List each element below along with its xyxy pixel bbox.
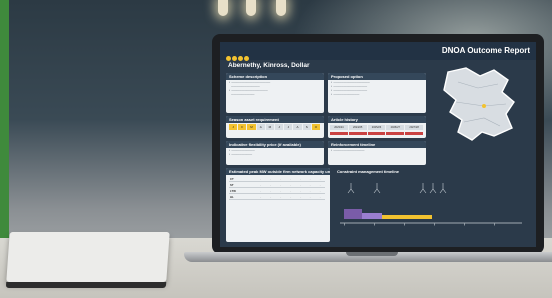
report-title: DNOA Outcome Report: [441, 46, 530, 55]
article-history-panel: Article history 2023/24 2024/25 2025/26 …: [328, 116, 426, 138]
report-header: DNOA Outcome Report: [220, 42, 536, 61]
panel-heading: Season asset requirement: [226, 116, 324, 123]
estimated-capacity-panel: Estimated peak MW outside firm network c…: [226, 168, 330, 242]
region-map: [443, 67, 515, 141]
year-cell: 2024/25: [348, 125, 367, 130]
proposed-option-panel: Proposed option • —————————————— • —————…: [328, 73, 426, 113]
text-line: ———————————: [229, 85, 260, 88]
capacity-table: CT · · · · · · · ST · · · · · · · LTW · · · · · · · HL · · · · · · ·: [229, 176, 325, 200]
report-subtitle: Abernethy, Kinross, Dollar: [228, 62, 310, 69]
history-bars: [330, 132, 424, 135]
month-cell: S: [302, 124, 311, 130]
text-line: • —————————: [229, 149, 255, 152]
pendant-light: [276, 0, 286, 16]
text-line: • —————————————: [331, 89, 368, 92]
panel-heading: Indicative flexibility price (if availab…: [226, 141, 324, 148]
panel-heading: Constraint management timeline: [334, 168, 528, 175]
timeline-diagram: [340, 183, 522, 226]
indicative-price-panel: Indicative flexibility price (if availab…: [226, 141, 324, 165]
scheme-description-panel: Scheme description • ——————————————— ———…: [226, 73, 324, 113]
panel-heading: Proposed option: [328, 73, 426, 80]
month-cell: J: [284, 124, 293, 130]
text-line: • —————————————: [331, 85, 368, 88]
month-cell: M: [265, 124, 275, 130]
laptop-screen: DNOA Outcome Report Abernethy, Kinross, …: [220, 42, 536, 247]
panel-heading: Estimated peak MW outside firm network c…: [226, 168, 330, 175]
text-line: • ————————————: [331, 149, 365, 152]
text-line: —————————: [229, 93, 255, 96]
year-cell: 2027/28: [405, 125, 423, 130]
panel-heading: Scheme description: [226, 73, 324, 80]
month-cell: O: [311, 124, 321, 130]
pendant-light: [218, 0, 228, 16]
month-cell: A: [293, 124, 302, 130]
notebook: [6, 232, 170, 282]
panel-heading: Article history: [328, 116, 426, 123]
text-line: • ——————————————: [229, 89, 268, 92]
months-row: J F M A M J J A S O: [229, 124, 321, 130]
year-cell: 2026/27: [386, 125, 405, 130]
years-row: 2023/24 2024/25 2025/26 2026/27 2027/28: [330, 125, 424, 130]
panel-heading: Reinforcement timeline: [328, 141, 426, 148]
month-cell: M: [247, 124, 256, 130]
text-line: • ———————————————: [229, 81, 271, 84]
season-requirement-panel: Season asset requirement J F M A M J J A…: [226, 116, 324, 138]
month-cell: A: [256, 124, 265, 130]
month-cell: J: [229, 124, 238, 130]
constraint-timeline-panel: Constraint management timeline: [334, 168, 528, 242]
text-line: • ————————: [229, 153, 253, 156]
year-cell: 2025/26: [367, 125, 386, 130]
reinforcement-timeline-panel: Reinforcement timeline • ————————————: [328, 141, 426, 165]
pendant-light: [246, 0, 256, 16]
text-line: • ——————————: [331, 93, 360, 96]
month-cell: J: [275, 124, 284, 130]
text-line: • ——————————————: [331, 81, 370, 84]
month-cell: F: [238, 124, 247, 130]
table-row: HL · · · · · · ·: [229, 193, 325, 200]
year-cell: 2023/24: [330, 125, 348, 130]
laptop-notch: [346, 252, 398, 256]
